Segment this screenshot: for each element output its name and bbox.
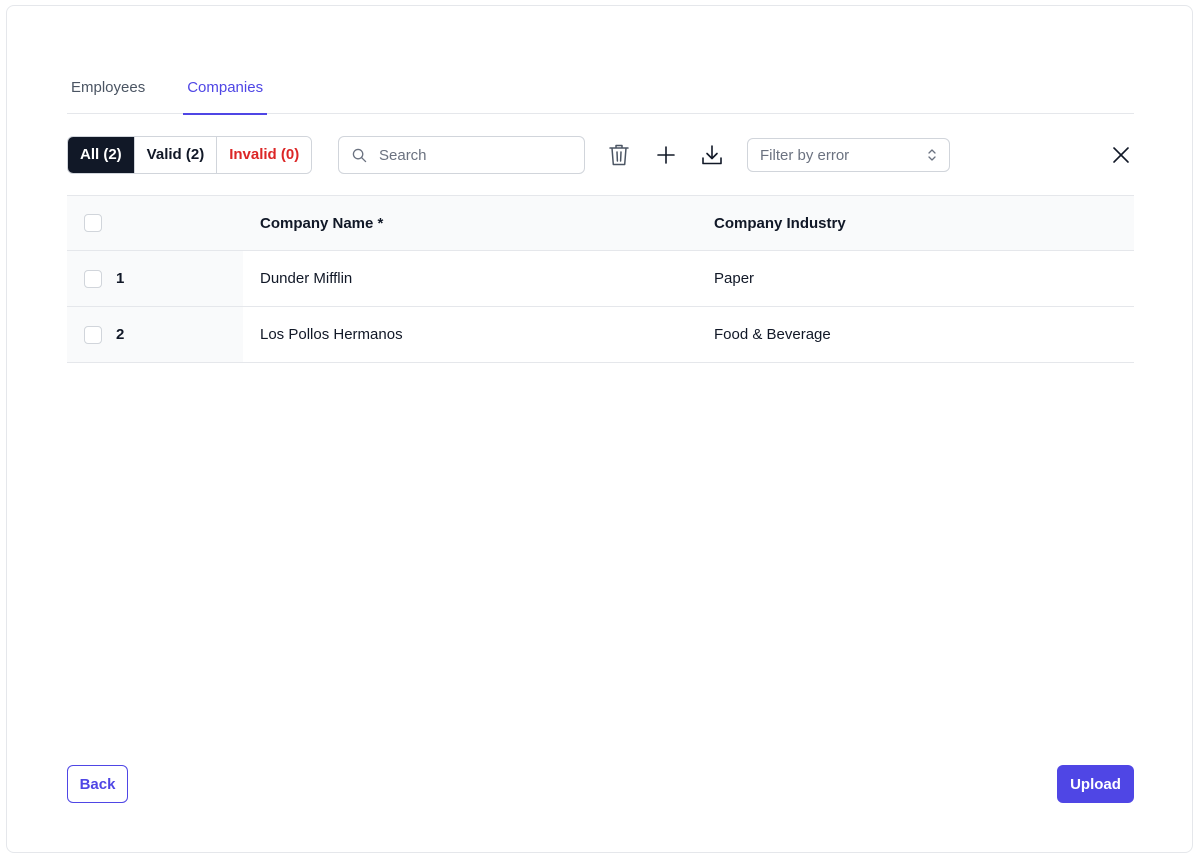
tab-companies[interactable]: Companies (183, 68, 267, 115)
back-button[interactable]: Back (67, 765, 128, 803)
search-box (338, 136, 585, 174)
data-table: Company Name * Company Industry 1 Dunder… (67, 195, 1134, 363)
row-index-cell: 2 (67, 307, 243, 362)
tab-employees[interactable]: Employees (67, 68, 149, 114)
close-button[interactable] (1107, 141, 1135, 169)
row-checkbox[interactable] (84, 269, 102, 288)
download-icon (702, 145, 722, 165)
table-toolbar: All (2) Valid (2) Invalid (0) Search Fil… (67, 136, 1134, 174)
trash-icon (609, 144, 629, 166)
filter-valid-button[interactable]: Valid (2) (134, 137, 218, 173)
company-name-cell[interactable]: Los Pollos Hermanos (243, 326, 697, 343)
row-index-cell: 1 (67, 251, 243, 306)
table-header-row: Company Name * Company Industry (67, 195, 1134, 251)
column-header-company-industry: Company Industry (714, 214, 846, 232)
upload-button[interactable]: Upload (1057, 765, 1134, 803)
company-industry-cell[interactable]: Paper (697, 270, 1134, 287)
import-review-card: Employees Companies All (2) Valid (2) In… (6, 5, 1193, 853)
table-row: 2 Los Pollos Hermanos Food & Beverage (67, 307, 1134, 363)
company-industry-cell[interactable]: Food & Beverage (697, 326, 1134, 343)
column-header-company-name: Company Name * (260, 214, 384, 232)
select-all-checkbox[interactable] (84, 214, 102, 232)
search-icon (352, 148, 367, 162)
chevron-up-down-icon (928, 149, 936, 161)
row-checkbox[interactable] (84, 325, 102, 344)
delete-rows-button[interactable] (605, 141, 633, 169)
table-row: 1 Dunder Mifflin Paper (67, 251, 1134, 307)
plus-icon (657, 146, 675, 164)
card-content: Employees Companies All (2) Valid (2) In… (67, 6, 1134, 852)
row-number: 2 (116, 326, 125, 343)
company-name-cell[interactable]: Dunder Mifflin (243, 270, 697, 287)
validity-filter: All (2) Valid (2) Invalid (0) (67, 136, 313, 174)
error-filter-select[interactable]: Filter by error (747, 138, 950, 172)
close-icon (1113, 147, 1129, 163)
download-button[interactable] (698, 141, 726, 169)
sheet-tabs: Employees Companies (67, 68, 1134, 115)
search-input[interactable] (379, 146, 569, 164)
add-row-button[interactable] (652, 141, 680, 169)
filter-all-button[interactable]: All (2) (68, 137, 135, 173)
select-column-header (67, 196, 243, 250)
row-number: 1 (116, 270, 125, 287)
filter-invalid-button[interactable]: Invalid (0) (217, 137, 312, 173)
error-filter-placeholder: Filter by error (760, 146, 850, 164)
